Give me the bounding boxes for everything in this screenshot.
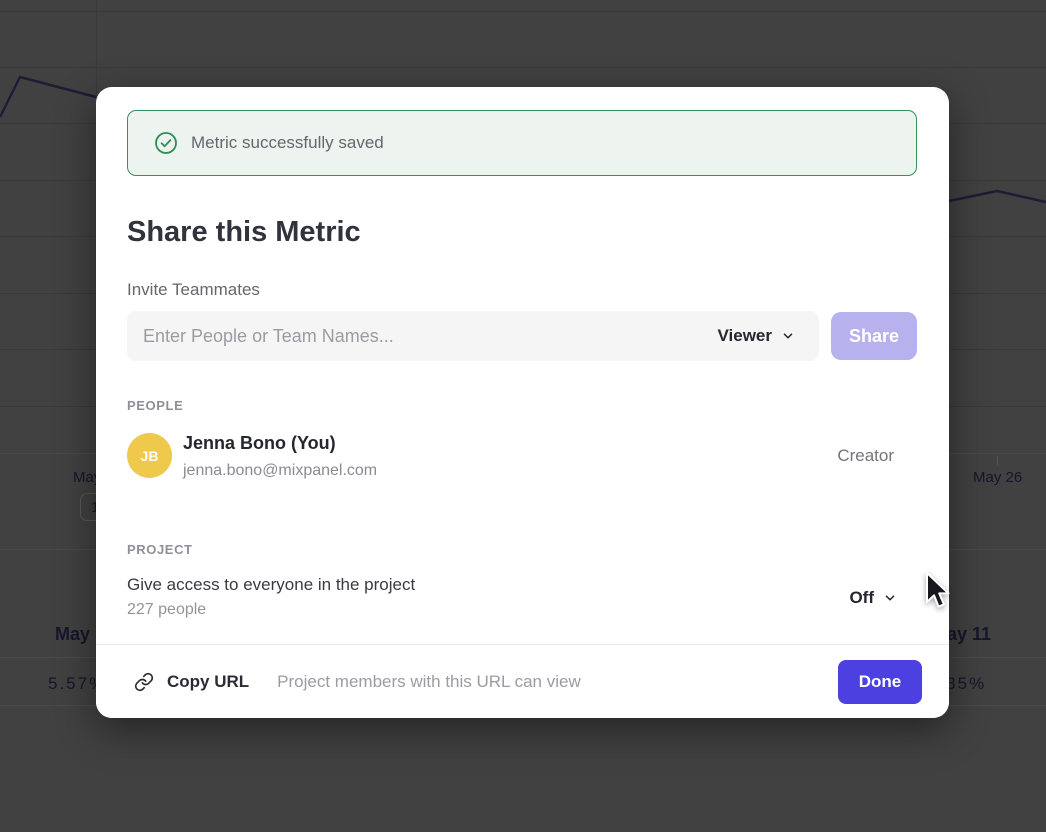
screen: May 5 May 26 1 May 5 May 11 5.57% 5.35% … [0, 0, 1046, 832]
project-access-dropdown[interactable]: Off [849, 588, 897, 608]
chart-gridline [0, 11, 1046, 12]
member-name: Jenna Bono (You) [183, 431, 336, 455]
project-people-count: 227 people [127, 601, 206, 619]
toast-message: Metric successfully saved [191, 133, 384, 153]
footer-hint: Project members with this URL can view [277, 672, 581, 692]
project-access-title: Give access to everyone in the project [127, 575, 415, 595]
copy-url-label: Copy URL [167, 672, 249, 692]
invite-people-input[interactable] [127, 311, 819, 361]
role-dropdown[interactable]: Viewer [717, 311, 795, 361]
project-section-heading: PROJECT [127, 542, 193, 557]
check-circle-icon [154, 131, 178, 155]
copy-url-button[interactable]: Copy URL [134, 672, 249, 692]
modal-title: Share this Metric [127, 214, 361, 250]
link-icon [134, 672, 154, 692]
modal-footer: Copy URL Project members with this URL c… [96, 644, 949, 718]
share-button[interactable]: Share [831, 312, 917, 360]
axis-tick [997, 456, 998, 465]
done-button[interactable]: Done [838, 660, 922, 704]
people-section-heading: PEOPLE [127, 398, 183, 413]
success-toast: Metric successfully saved [127, 110, 917, 176]
x-axis-label-right: May 26 [973, 469, 1022, 486]
invite-teammates-label: Invite Teammates [127, 280, 260, 300]
member-email: jenna.bono@mixpanel.com [183, 460, 377, 482]
avatar-initials: JB [141, 448, 159, 464]
avatar: JB [127, 433, 172, 478]
member-role: Creator [837, 446, 894, 466]
chart-gridline [0, 67, 1046, 68]
share-metric-modal: Metric successfully saved Share this Met… [96, 87, 949, 718]
invite-input-container: Viewer [127, 311, 819, 361]
chevron-down-icon [781, 329, 795, 343]
chevron-down-icon [883, 591, 897, 605]
role-dropdown-value: Viewer [717, 326, 772, 346]
project-access-value: Off [849, 588, 874, 608]
